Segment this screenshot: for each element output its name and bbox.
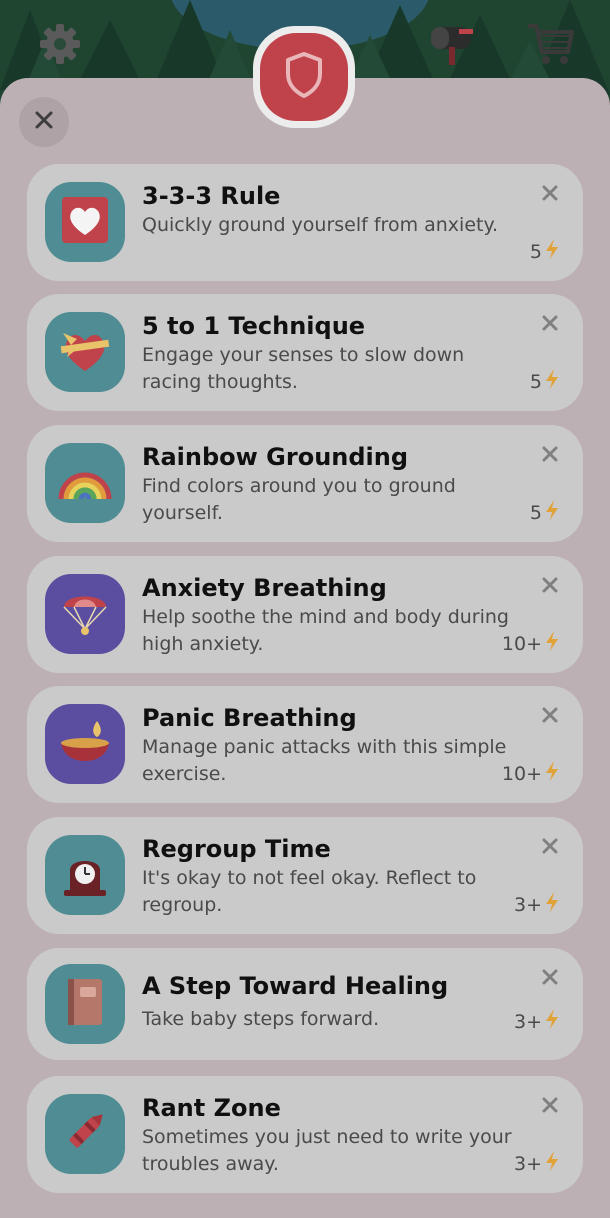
parachute-icon xyxy=(60,585,110,643)
lightning-bolt-icon xyxy=(543,1150,561,1177)
exercise-title: Rant Zone xyxy=(142,1094,281,1122)
exercise-description: Quickly ground yourself from anxiety. xyxy=(142,214,499,236)
lightning-bolt-icon xyxy=(543,368,561,395)
close-icon xyxy=(542,838,558,858)
exercise-card[interactable]: Panic Breathing Manage panic attacks wit… xyxy=(27,686,583,803)
exercise-title: A Step Toward Healing xyxy=(142,972,449,1000)
energy-cost-value: 5 xyxy=(529,240,542,263)
energy-cost: 3+ xyxy=(514,891,561,918)
remove-exercise-button[interactable] xyxy=(539,968,561,990)
energy-cost: 5 xyxy=(530,238,561,265)
close-icon xyxy=(542,1097,558,1117)
close-panel-button[interactable] xyxy=(19,97,69,147)
exercise-thumbnail xyxy=(45,182,125,262)
exercise-description: Sometimes you just need to write your tr… xyxy=(142,1126,512,1175)
exercise-description: Take baby steps forward. xyxy=(142,1008,380,1030)
energy-cost: 10+ xyxy=(502,630,561,657)
shop-cart-button[interactable] xyxy=(522,18,578,74)
lightning-bolt-icon xyxy=(543,499,561,526)
exercise-card[interactable]: Regroup Time It's okay to not feel okay.… xyxy=(27,817,583,934)
rainbow-icon xyxy=(57,461,113,505)
energy-cost: 5 xyxy=(530,499,561,526)
exercise-thumbnail xyxy=(45,835,125,915)
energy-cost-value: 5 xyxy=(529,501,542,524)
lightning-bolt-icon xyxy=(543,630,561,657)
energy-cost-value: 3+ xyxy=(513,1152,542,1175)
exercise-title: Panic Breathing xyxy=(142,704,357,732)
exercise-card[interactable]: 3-3-3 Rule Quickly ground yourself from … xyxy=(27,164,583,281)
remove-exercise-button[interactable] xyxy=(539,1096,561,1118)
exercise-description: Help soothe the mind and body during hig… xyxy=(142,606,509,655)
exercise-description: Manage panic attacks with this simple ex… xyxy=(142,736,507,785)
lightning-bolt-icon xyxy=(543,760,561,787)
exercise-title: 3-3-3 Rule xyxy=(142,182,281,210)
close-icon xyxy=(542,446,558,466)
remove-exercise-button[interactable] xyxy=(539,184,561,206)
remove-exercise-button[interactable] xyxy=(539,314,561,336)
shield-icon xyxy=(282,50,326,104)
energy-cost: 3+ xyxy=(514,1150,561,1177)
exercise-thumbnail xyxy=(45,1094,125,1174)
energy-cost-value: 10+ xyxy=(501,632,542,655)
remove-exercise-button[interactable] xyxy=(539,576,561,598)
energy-cost: 10+ xyxy=(502,760,561,787)
exercise-thumbnail xyxy=(45,443,125,523)
clock-icon xyxy=(60,848,110,902)
exercise-thumbnail xyxy=(45,704,125,784)
crayon-icon xyxy=(58,1105,112,1163)
exercise-description: Find colors around you to ground yoursel… xyxy=(142,475,456,524)
energy-cost-value: 5 xyxy=(529,370,542,393)
lightning-bolt-icon xyxy=(543,1008,561,1035)
exercise-description: Engage your senses to slow down racing t… xyxy=(142,344,465,393)
energy-cost: 3+ xyxy=(514,1008,561,1035)
remove-exercise-button[interactable] xyxy=(539,837,561,859)
close-icon xyxy=(542,707,558,727)
book-icon xyxy=(62,975,108,1033)
exercise-card[interactable]: 5 to 1 Technique Engage your senses to s… xyxy=(27,294,583,411)
close-icon xyxy=(542,315,558,335)
energy-cost-value: 3+ xyxy=(513,1010,542,1033)
exercise-title: Regroup Time xyxy=(142,835,331,863)
oil-lamp-icon xyxy=(57,717,113,771)
exercise-title: 5 to 1 Technique xyxy=(142,312,366,340)
cart-icon xyxy=(524,18,576,74)
exercise-card[interactable]: A Step Toward Healing Take baby steps fo… xyxy=(27,948,583,1060)
exercise-title: Anxiety Breathing xyxy=(142,574,387,602)
heart-gift-icon xyxy=(57,325,113,379)
energy-cost-value: 3+ xyxy=(513,893,542,916)
exercise-description: It's okay to not feel okay. Reflect to r… xyxy=(142,867,477,916)
remove-exercise-button[interactable] xyxy=(539,706,561,728)
heart-icon xyxy=(60,195,110,249)
mailbox-icon xyxy=(425,17,479,75)
lightning-bolt-icon xyxy=(543,238,561,265)
remove-exercise-button[interactable] xyxy=(539,445,561,467)
close-icon xyxy=(34,110,54,134)
close-icon xyxy=(542,185,558,205)
mailbox-button[interactable] xyxy=(424,18,480,74)
exercise-thumbnail xyxy=(45,964,125,1044)
close-icon xyxy=(542,577,558,597)
exercise-card[interactable]: Rant Zone Sometimes you just need to wri… xyxy=(27,1076,583,1193)
settings-button[interactable] xyxy=(32,18,88,74)
exercise-thumbnail xyxy=(45,312,125,392)
lightning-bolt-icon xyxy=(543,891,561,918)
close-icon xyxy=(542,969,558,989)
energy-cost-value: 10+ xyxy=(501,762,542,785)
energy-cost: 5 xyxy=(530,368,561,395)
exercise-title: Rainbow Grounding xyxy=(142,443,409,471)
shield-badge xyxy=(253,26,355,128)
exercise-thumbnail xyxy=(45,574,125,654)
gear-icon xyxy=(36,20,84,72)
exercise-card[interactable]: Anxiety Breathing Help soothe the mind a… xyxy=(27,556,583,673)
exercise-card[interactable]: Rainbow Grounding Find colors around you… xyxy=(27,425,583,542)
